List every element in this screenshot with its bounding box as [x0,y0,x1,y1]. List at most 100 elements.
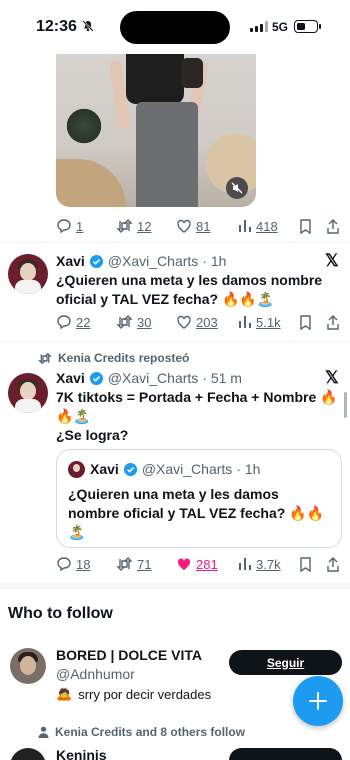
status-time: 12:36 [36,18,77,35]
bookmark-icon [300,218,311,234]
quoted-tweet-header: Xavi @Xavi_Charts · 1h [90,461,260,477]
divider [0,341,350,342]
share-icon [327,218,339,234]
mute-icon[interactable] [226,177,248,199]
views-icon [239,316,251,328]
avatar[interactable] [8,254,48,294]
signal-icon [250,21,268,32]
tweet-text: 7K tiktoks = Portada + Fecha + Nombre 🔥 … [56,388,338,445]
reply-icon [57,557,71,572]
verified-badge-icon [89,254,103,268]
repost-button[interactable]: 71 [116,554,151,574]
repost-icon [38,352,52,364]
tweet-text-line: 7K tiktoks = Portada + Fecha + Nombre 🔥 [56,389,338,405]
share-button[interactable] [326,554,340,574]
tweet-text-line: 🔥🏝️ [56,408,91,424]
author-name[interactable]: Xavi [56,253,85,269]
follow-button[interactable] [229,748,342,760]
like-button[interactable]: 203 [176,312,218,332]
reply-icon [57,315,71,330]
tweet-text-line: ¿Quieren una meta y les damos [68,486,279,502]
repost-count: 30 [137,314,152,330]
views-count: 5.1k [256,314,281,330]
tweet-time[interactable]: · 1h [202,253,226,269]
bookmark-icon [300,314,311,330]
tweet-header: Xavi @Xavi_Charts · 51 m [56,370,242,386]
share-icon [327,314,339,330]
status-bar: 12:36 5G [0,0,350,54]
share-button[interactable] [326,312,340,332]
repost-icon [116,557,133,571]
bookmark-button[interactable] [299,554,312,574]
bookmark-icon [300,556,311,572]
scroll-indicator[interactable] [344,392,347,418]
person-icon [38,726,49,738]
x-logo-icon: 𝕏 [325,368,339,387]
like-count: 281 [196,556,218,572]
reply-button[interactable]: 1 [56,216,83,236]
avatar[interactable] [8,373,48,413]
reply-count: 1 [76,218,84,234]
like-button[interactable]: 81 [176,216,210,236]
author-handle[interactable]: @Xavi_Charts [108,253,198,269]
tweet-text: ¿Quieren una meta y les damos nombre ofi… [56,271,322,309]
tweet-text-line: nombre oficial y TAL VEZ fecha? 🔥🔥 [68,505,325,521]
repost-button[interactable]: 30 [116,312,151,332]
share-button[interactable] [326,216,340,236]
heart-filled-icon [177,558,191,570]
repost-icon [116,219,133,233]
follow-button[interactable]: Seguir [229,650,342,675]
heart-icon [177,315,191,329]
author-name: Xavi [90,461,119,477]
tweet-media-image[interactable] [56,54,256,207]
tweet-actions: 18 71 281 3.7k [56,554,346,574]
social-context: Kenia Credits and 8 others follow [38,725,245,739]
share-icon [327,556,339,572]
reply-button[interactable]: 22 [56,312,90,332]
tweet-time[interactable]: · 51 m [202,370,242,386]
views-button[interactable]: 418 [238,216,278,236]
section-divider [0,583,350,589]
divider [0,242,350,243]
battery-icon [294,20,321,33]
quoted-tweet-text: ¿Quieren una meta y les damos nombre ofi… [68,485,324,542]
bookmark-button[interactable] [299,216,312,236]
repost-context[interactable]: Kenia Credits reposteó [38,351,189,365]
avatar[interactable] [10,648,46,684]
author-handle[interactable]: @Xavi_Charts [108,370,198,386]
reply-icon [57,219,71,234]
views-button[interactable]: 3.7k [238,554,281,574]
like-button[interactable]: 281 [176,554,218,574]
repost-label: Kenia Credits reposteó [58,351,190,365]
bio-text: srry por decir verdades [78,686,212,702]
views-button[interactable]: 5.1k [238,312,281,332]
reply-button[interactable]: 18 [56,554,90,574]
quoted-tweet-card[interactable]: Xavi @Xavi_Charts · 1h ¿Quieren una meta… [56,449,342,548]
suggestion-bio: 🙇 srry por decir verdades [56,686,211,702]
compose-button[interactable] [293,676,343,726]
tweet-actions: 1 12 81 418 [56,216,346,236]
dynamic-island [120,11,230,44]
tweet-header: Xavi @Xavi_Charts · 1h [56,253,226,269]
avatar[interactable] [10,748,46,760]
social-context-text: Kenia Credits and 8 others follow [55,725,246,739]
suggestion-handle[interactable]: @Adnhumor [56,666,135,682]
views-icon [239,558,251,570]
tweet-time: · 1h [236,461,261,477]
tweet-text-line: 🏝️ [68,524,86,540]
heart-icon [177,219,191,233]
reply-count: 22 [76,314,91,330]
silent-bell-icon [82,20,94,35]
tweet-text-line: ¿Quieren una meta y les damos nombre [56,272,323,288]
verified-badge-icon [89,371,103,385]
suggestion-name[interactable]: Keninis [56,747,107,760]
reply-count: 18 [76,556,91,572]
avatar [68,461,85,478]
author-name[interactable]: Xavi [56,370,85,386]
views-icon [239,220,251,232]
bookmark-button[interactable] [299,312,312,332]
repost-count: 12 [137,218,152,234]
repost-button[interactable]: 12 [116,216,151,236]
suggestion-name[interactable]: BORED | DOLCE VITA [56,647,202,663]
who-to-follow-title: Who to follow [8,605,113,622]
